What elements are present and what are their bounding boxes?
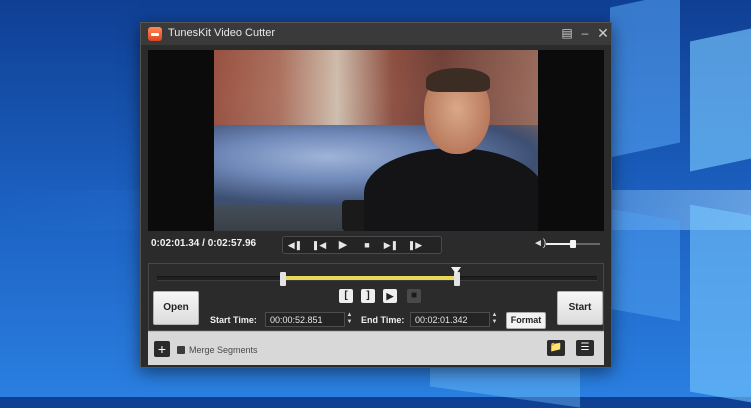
start-time-input[interactable]: 00:00:52.851 bbox=[265, 312, 345, 327]
start-time-label: Start Time: bbox=[210, 315, 257, 325]
format-button[interactable]: Format bbox=[506, 312, 546, 329]
window-title: TunesKit Video Cutter bbox=[168, 27, 276, 39]
start-time-spinner[interactable]: ▲ ▼ bbox=[345, 312, 354, 327]
volume-knob[interactable] bbox=[570, 240, 576, 248]
bottom-toolbar: + Merge Segments 📁 ☰ bbox=[148, 331, 604, 365]
volume-icon[interactable]: ◄) bbox=[533, 238, 546, 249]
wallpaper-pane bbox=[610, 208, 680, 322]
folder-icon[interactable]: 📁 bbox=[547, 340, 565, 356]
list-icon[interactable]: ☰ bbox=[576, 340, 594, 356]
close-icon[interactable]: ✕ bbox=[595, 25, 611, 41]
mark-end-button[interactable]: ] bbox=[361, 289, 375, 303]
wallpaper-pane bbox=[690, 28, 751, 172]
timeline-panel: [ ] ▶ ■ Open Start Time: 00:00:52.851 ▲ ▼… bbox=[148, 263, 604, 331]
video-preview[interactable] bbox=[148, 50, 604, 231]
play-segment-icon[interactable]: ▶ bbox=[383, 289, 397, 303]
transport-controls: ◀❚ ❚◀ ▶ ■ ▶❚ ❚▶ bbox=[282, 236, 442, 254]
mark-start-button[interactable]: [ bbox=[339, 289, 353, 303]
register-icon[interactable]: ▤ bbox=[559, 25, 575, 41]
wallpaper-pane bbox=[610, 0, 680, 158]
video-person-body bbox=[364, 148, 538, 231]
app-logo-icon bbox=[148, 27, 162, 41]
volume-slider[interactable] bbox=[546, 240, 600, 248]
merge-segments-checkbox[interactable] bbox=[177, 346, 185, 354]
wallpaper-pane bbox=[690, 204, 751, 403]
timeline-track[interactable] bbox=[157, 267, 597, 286]
start-handle[interactable] bbox=[279, 272, 286, 286]
volume-fill bbox=[546, 243, 573, 245]
step-forward-icon[interactable]: ▶❚ bbox=[381, 237, 401, 253]
minimize-icon[interactable]: – bbox=[577, 25, 593, 41]
merge-segments-label: Merge Segments bbox=[189, 345, 258, 355]
stop-segment-icon[interactable]: ■ bbox=[407, 289, 421, 303]
cut-editor: [ ] ▶ ■ Open Start Time: 00:00:52.851 ▲ ▼… bbox=[148, 263, 604, 365]
end-time-input[interactable]: 00:02:01.342 bbox=[410, 312, 490, 327]
video-person-hair bbox=[426, 68, 490, 92]
playhead[interactable] bbox=[451, 267, 462, 274]
plus-icon[interactable]: + bbox=[154, 341, 170, 357]
selected-segment bbox=[282, 276, 458, 280]
next-frame-icon[interactable]: ❚▶ bbox=[405, 237, 425, 253]
title-bar[interactable]: TunesKit Video Cutter ▤ – ✕ bbox=[141, 23, 611, 45]
step-back-icon[interactable]: ❚◀ bbox=[309, 237, 329, 253]
video-frame bbox=[214, 50, 538, 231]
stop-icon[interactable]: ■ bbox=[357, 237, 377, 253]
end-time-spinner[interactable]: ▲ ▼ bbox=[490, 312, 499, 327]
end-time-label: End Time: bbox=[361, 315, 405, 325]
previous-frame-icon[interactable]: ◀❚ bbox=[285, 237, 305, 253]
open-button[interactable]: Open bbox=[153, 291, 199, 325]
player-controls: 0:02:01.34 / 0:02:57.96 ◀❚ ❚◀ ▶ ■ ▶❚ ❚▶ … bbox=[148, 233, 604, 255]
app-window: TunesKit Video Cutter ▤ – ✕ 0:02:01.34 /… bbox=[140, 22, 612, 368]
time-display: 0:02:01.34 / 0:02:57.96 bbox=[151, 238, 257, 249]
start-button[interactable]: Start bbox=[557, 291, 603, 325]
end-handle[interactable] bbox=[454, 272, 461, 286]
play-icon[interactable]: ▶ bbox=[333, 237, 353, 253]
